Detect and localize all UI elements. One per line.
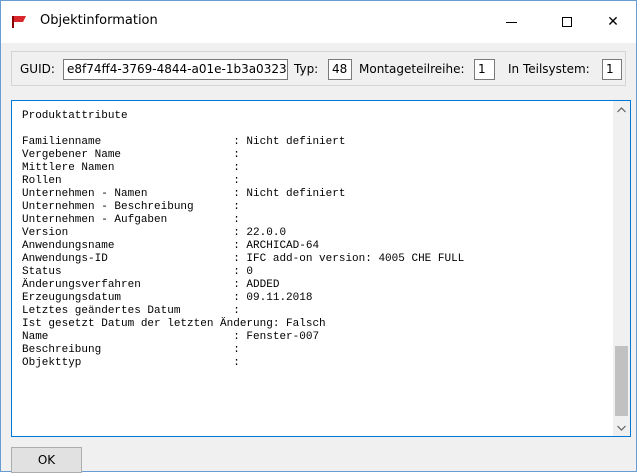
chevron-down-icon[interactable]	[613, 419, 630, 436]
text-line: Unternehmen - Namen : Nicht definiert	[22, 188, 346, 200]
text-line: Objekttyp :	[22, 357, 240, 369]
maximize-icon	[562, 17, 572, 27]
text-line: Name : Fenster-007	[22, 331, 320, 343]
text-line: Letztes geändertes Datum :	[22, 305, 240, 317]
title-bar[interactable]: Objektinformation ✕	[1, 1, 636, 43]
scrollbar-thumb[interactable]	[615, 346, 628, 416]
guid-field[interactable]: e8f74ff4-3769-4844-a01e-1b3a03236a7	[63, 59, 288, 80]
text-line: Unternehmen - Beschreibung :	[22, 201, 240, 213]
text-line: Familienname : Nicht definiert	[22, 136, 346, 148]
text-line: Vergebener Name :	[22, 149, 240, 161]
text-line: Anwendungs-ID : IFC add-on version: 4005…	[22, 253, 465, 265]
montage-field[interactable]: 1	[474, 59, 495, 80]
window-title: Objektinformation	[40, 13, 158, 28]
typ-label: Typ:	[294, 62, 319, 76]
close-button[interactable]: ✕	[590, 1, 636, 43]
text-line: Rollen :	[22, 175, 240, 187]
text-line: Mittlere Namen :	[22, 162, 240, 174]
minimize-icon	[505, 21, 517, 23]
text-line: Anwendungsname : ARCHICAD-64	[22, 240, 320, 252]
text-line: Produktattribute	[22, 110, 128, 122]
text-line: Beschreibung :	[22, 344, 240, 356]
text-line: Status : 0	[22, 266, 254, 278]
chevron-up-icon[interactable]	[613, 101, 630, 118]
ok-button[interactable]: OK	[11, 447, 82, 473]
minimize-button[interactable]	[488, 1, 534, 43]
guid-label: GUID:	[20, 62, 55, 76]
teilsystem-field[interactable]: 1	[602, 59, 622, 80]
text-line: Version : 22.0.0	[22, 227, 287, 239]
dialog-window: Objektinformation ✕ GUID: e8f74ff4-3769-…	[0, 0, 637, 473]
typ-field[interactable]: 48	[328, 59, 352, 80]
montage-label: Montageteilreihe:	[359, 62, 465, 76]
text-line: Erzeugungsdatum : 09.11.2018	[22, 292, 313, 304]
teilsystem-label: In Teilsystem:	[508, 62, 590, 76]
attribute-textarea[interactable]: Produktattribute Familienname : Nicht de…	[11, 100, 631, 437]
close-icon: ✕	[607, 14, 619, 30]
text-line	[22, 123, 464, 136]
objektinfo-icon	[10, 13, 30, 29]
text-line: Ist gesetzt Datum der letzten Änderung: …	[22, 318, 326, 330]
text-line: Unternehmen - Aufgaben :	[22, 214, 240, 226]
maximize-button[interactable]	[544, 1, 590, 43]
vertical-scrollbar[interactable]	[613, 101, 630, 436]
attribute-text: Produktattribute Familienname : Nicht de…	[22, 110, 464, 370]
text-line: Änderungsverfahren : ADDED	[22, 279, 280, 291]
info-row: GUID: e8f74ff4-3769-4844-a01e-1b3a03236a…	[11, 51, 626, 86]
